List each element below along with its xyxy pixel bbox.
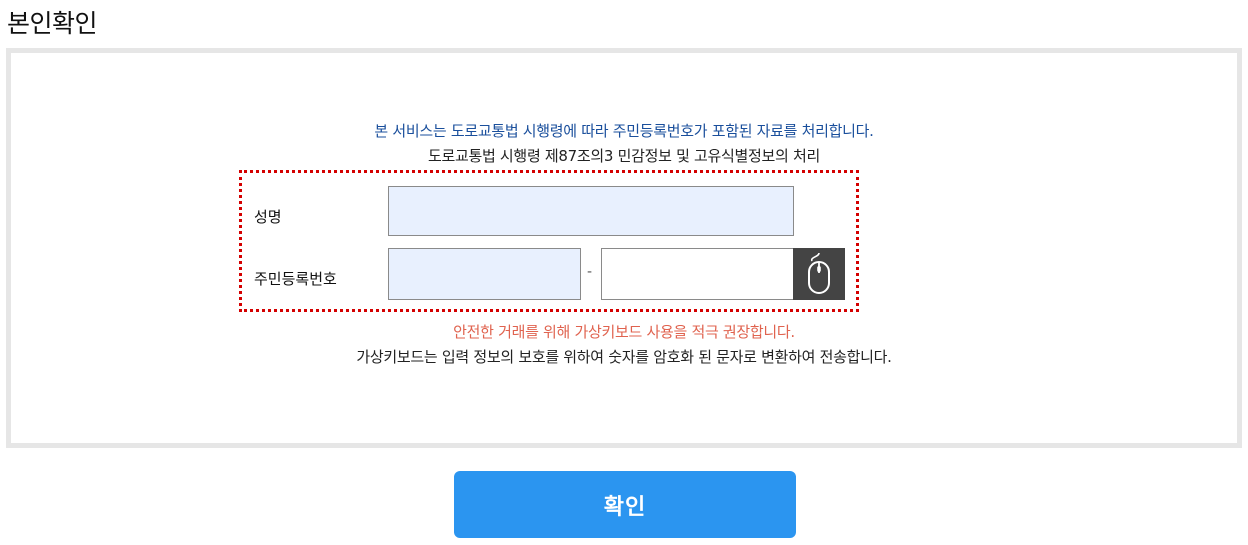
virtual-keyboard-info: 가상키보드는 입력 정보의 보호를 위하여 숫자를 암호화 된 문자로 변환하여… — [356, 348, 892, 366]
legal-notice: 본 서비스는 도로교통법 시행령에 따라 주민등록번호가 포함된 자료를 처리합… — [374, 122, 874, 140]
virtual-keyboard-button[interactable] — [793, 248, 845, 300]
page-title: 본인확인 — [7, 9, 98, 38]
name-label: 성명 — [254, 208, 282, 226]
name-input[interactable] — [388, 186, 794, 236]
rrn-back-input[interactable] — [601, 248, 794, 300]
verification-panel: 본 서비스는 도로교통법 시행령에 따라 주민등록번호가 포함된 자료를 처리합… — [6, 48, 1242, 448]
legal-reference: 도로교통법 시행령 제87조의3 민감정보 및 고유식별정보의 처리 — [427, 147, 821, 165]
mouse-icon — [808, 252, 830, 294]
rrn-separator: - — [587, 264, 593, 280]
virtual-keyboard-warning: 안전한 거래를 위해 가상키보드 사용을 적극 권장합니다. — [453, 323, 795, 341]
rrn-label: 주민등록번호 — [254, 270, 337, 288]
confirm-button[interactable]: 확인 — [454, 471, 796, 538]
rrn-front-input[interactable] — [388, 248, 581, 300]
identity-form: 성명 주민등록번호 - — [239, 170, 859, 312]
